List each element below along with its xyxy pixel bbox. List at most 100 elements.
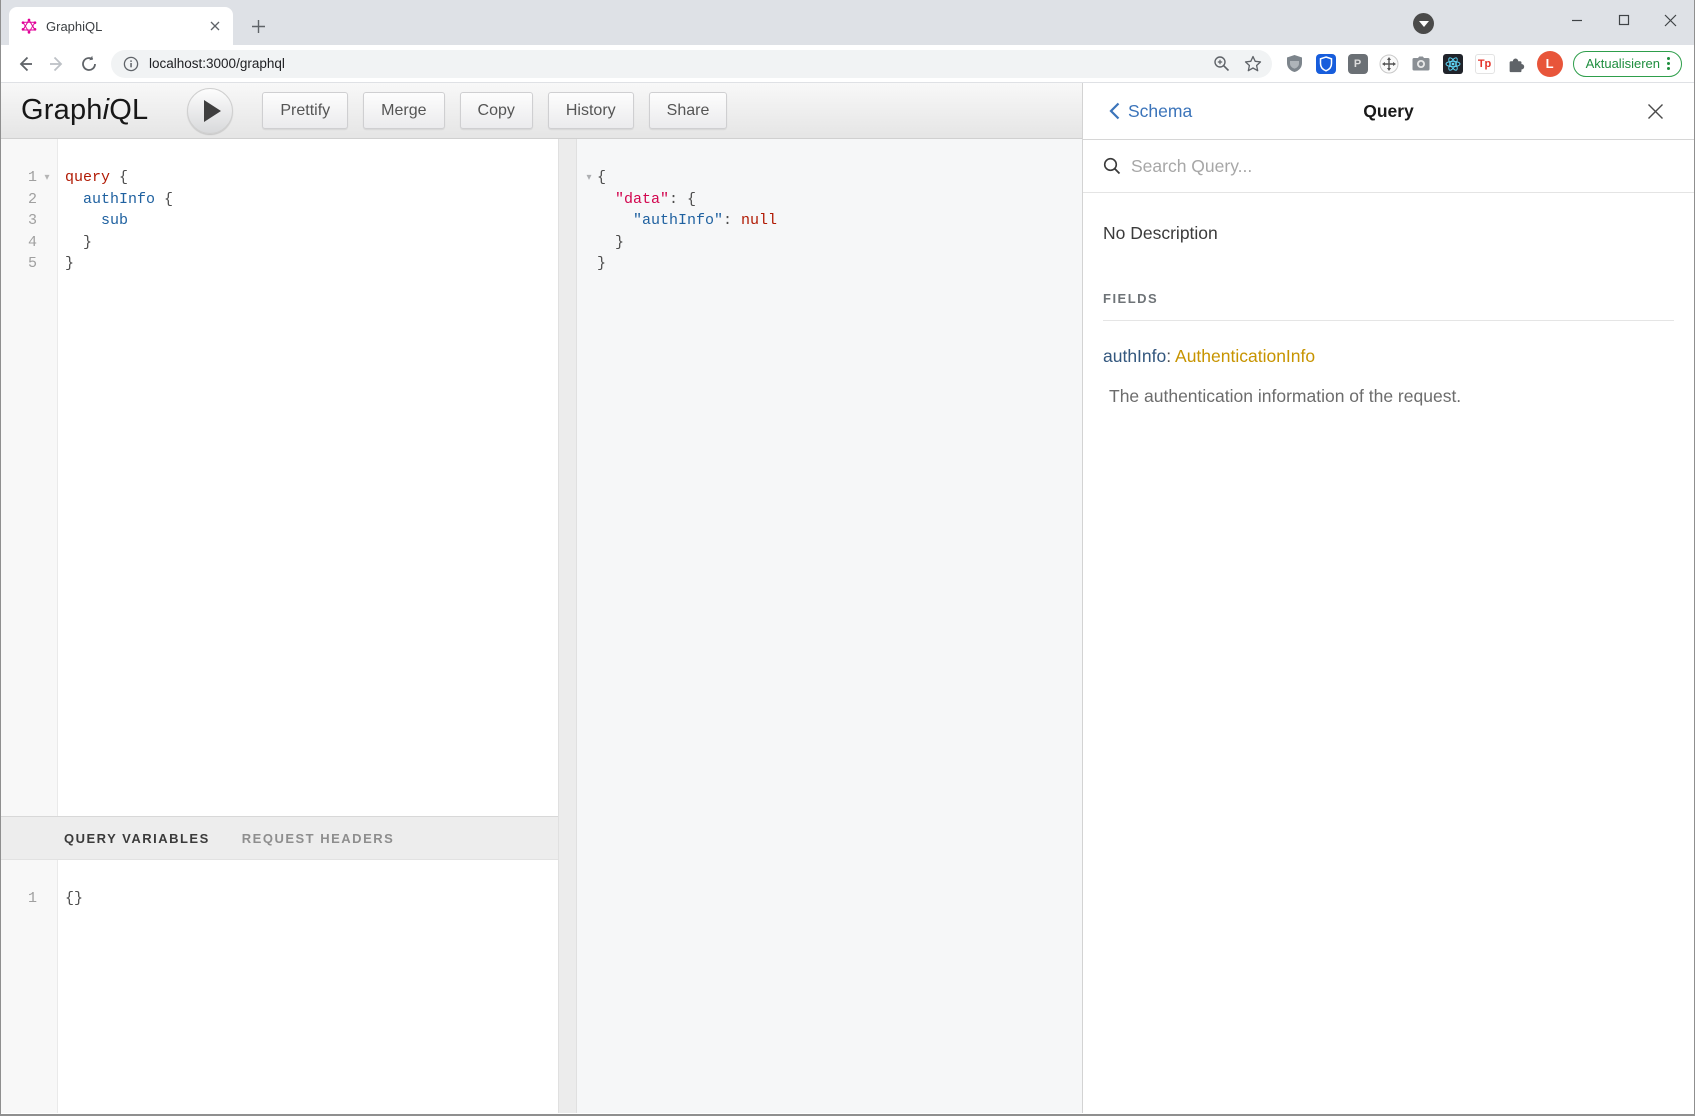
fold-arrow-icon[interactable]: ▾ <box>37 172 57 183</box>
line-number: 1 <box>1 169 37 186</box>
tab-request-headers[interactable]: REQUEST HEADERS <box>242 831 395 846</box>
doc-back-link[interactable]: Schema <box>1109 101 1192 122</box>
copy-button[interactable]: Copy <box>460 92 533 129</box>
field-type-link[interactable]: AuthenticationInfo <box>1175 346 1315 366</box>
play-icon <box>204 100 221 122</box>
code-token: { <box>155 191 173 208</box>
close-window-button[interactable] <box>1647 0 1694 40</box>
line-number: 2 <box>1 191 37 208</box>
ublock-extension-icon[interactable] <box>1284 53 1305 74</box>
result-line: "data": { <box>581 189 1082 211</box>
forward-button[interactable] <box>41 48 73 80</box>
fold-arrow-icon <box>581 253 597 275</box>
camera-extension-icon[interactable] <box>1411 53 1432 74</box>
code-line: } <box>65 232 558 254</box>
share-button[interactable]: Share <box>649 92 728 129</box>
react-devtools-extension-icon[interactable] <box>1443 53 1464 74</box>
code-token: authInfo <box>83 191 155 208</box>
graphql-favicon-icon <box>21 18 37 34</box>
new-tab-button[interactable] <box>244 12 272 40</box>
code-token: sub <box>101 212 128 229</box>
url-text: localhost:3000/graphql <box>149 56 1213 71</box>
query-section: 1▾2345 query { authInfo { sub }} QUERY V… <box>1 139 558 1113</box>
line-number: 3 <box>1 212 37 229</box>
tab-title: GraphiQL <box>46 19 205 34</box>
fields-heading: FIELDS <box>1103 291 1674 306</box>
graphiql-toolbar-buttons: Prettify Merge Copy History Share <box>262 92 727 129</box>
p-extension-icon[interactable]: P <box>1348 54 1368 74</box>
extensions-puzzle-icon[interactable] <box>1506 53 1527 74</box>
main-content: GraphiQL Prettify Merge Copy History Share 1… <box>1 83 1694 1113</box>
gutter-line: 5 <box>1 253 57 275</box>
fold-arrow-icon[interactable]: ▾ <box>581 167 597 189</box>
query-editor-code[interactable]: query { authInfo { sub }} <box>58 139 558 816</box>
code-token <box>597 210 633 232</box>
bitwarden-extension-icon[interactable] <box>1316 53 1337 74</box>
bookmark-star-icon[interactable] <box>1244 55 1262 73</box>
browser-update-button[interactable]: Aktualisieren <box>1573 51 1682 77</box>
chrome-update-badge-icon[interactable] <box>1413 13 1434 34</box>
profile-avatar[interactable]: L <box>1537 51 1563 77</box>
code-token: { <box>597 167 606 189</box>
code-token: query <box>65 169 110 186</box>
move-tool-extension-icon[interactable] <box>1379 53 1400 74</box>
reload-button[interactable] <box>73 48 105 80</box>
editors-row: 1▾2345 query { authInfo { sub }} QUERY V… <box>1 139 1082 1113</box>
chevron-left-icon <box>1109 102 1120 120</box>
merge-button[interactable]: Merge <box>363 92 444 129</box>
search-icon <box>1103 157 1121 175</box>
query-editor[interactable]: 1▾2345 query { authInfo { sub }} <box>1 139 558 816</box>
history-button[interactable]: History <box>548 92 634 129</box>
prettify-button[interactable]: Prettify <box>262 92 348 129</box>
tp-extension-icon[interactable]: Tp <box>1475 54 1495 74</box>
gutter-line: 2 <box>1 189 57 211</box>
maximize-button[interactable] <box>1600 0 1647 40</box>
code-line: authInfo { <box>65 189 558 211</box>
zoom-icon[interactable] <box>1213 55 1230 72</box>
doc-title: Query <box>1363 101 1414 122</box>
gutter-line: 1 <box>1 888 57 910</box>
code-token: "data" <box>615 189 669 211</box>
line-number: 1 <box>1 890 37 907</box>
graphiql-logo: GraphiQL <box>21 94 148 127</box>
browser-window: GraphiQL <box>0 0 1695 1116</box>
fold-arrow-icon <box>581 189 597 211</box>
code-token <box>65 212 101 229</box>
variables-tab-bar: QUERY VARIABLES REQUEST HEADERS <box>1 816 558 860</box>
tab-close-icon[interactable] <box>205 16 225 36</box>
pane-resize-handle[interactable] <box>558 139 577 1113</box>
window-controls <box>1553 0 1694 45</box>
tab-query-variables[interactable]: QUERY VARIABLES <box>64 831 210 846</box>
result-line: "authInfo": null <box>581 210 1082 232</box>
code-token: null <box>741 210 777 232</box>
field-row-authinfo: authInfo: AuthenticationInfo <box>1103 346 1674 367</box>
code-token: { <box>110 169 128 186</box>
omnibox[interactable]: localhost:3000/graphql <box>111 50 1272 78</box>
gutter-line: 1▾ <box>1 167 57 189</box>
variables-editor-code[interactable]: {} <box>58 860 558 1113</box>
type-description: No Description <box>1103 223 1674 244</box>
menu-dots-icon[interactable] <box>1660 57 1677 70</box>
graphiql-topbar: GraphiQL Prettify Merge Copy History Share <box>1 83 1082 139</box>
code-token: } <box>597 232 624 254</box>
variables-editor-gutter: 1 <box>1 860 58 1113</box>
doc-close-icon[interactable] <box>1642 98 1668 124</box>
code-token: } <box>65 234 92 251</box>
page-info-icon[interactable] <box>123 56 139 72</box>
browser-tab-graphiql[interactable]: GraphiQL <box>9 7 233 45</box>
result-line: } <box>581 232 1082 254</box>
extension-icons: P <box>1284 53 1527 74</box>
execute-query-button[interactable] <box>187 88 233 134</box>
minimize-button[interactable] <box>1553 0 1600 40</box>
back-button[interactable] <box>9 48 41 80</box>
variables-editor[interactable]: 1 {} <box>1 860 558 1113</box>
code-token: "authInfo" <box>633 210 723 232</box>
code-line: } <box>65 253 558 275</box>
result-viewer: ▾{ "data": { "authInfo": null }} <box>577 139 1082 1113</box>
fold-arrow-icon <box>581 232 597 254</box>
doc-search-input[interactable] <box>1131 156 1674 177</box>
query-editor-gutter: 1▾2345 <box>1 139 58 816</box>
fold-arrow-icon <box>581 210 597 232</box>
field-name-link[interactable]: authInfo <box>1103 346 1166 366</box>
doc-back-label: Schema <box>1128 101 1192 122</box>
